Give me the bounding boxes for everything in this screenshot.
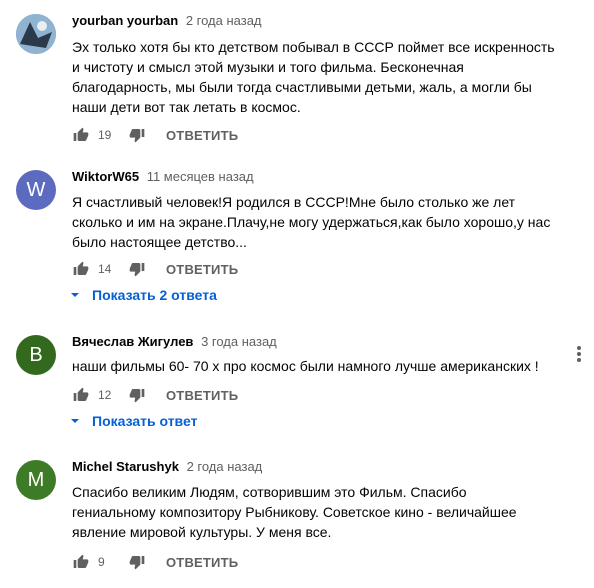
show-replies-button[interactable]: Показать ответ	[70, 413, 197, 429]
comment-toolbar: 19 ОТВЕТИТЬ	[72, 123, 238, 147]
author-name[interactable]: Michel Starushyk	[72, 459, 179, 474]
comment-text: Я счастливый человек!Я родился в СССР!Мн…	[72, 194, 551, 250]
comment-header: Вячеслав Жигулев 3 года назад	[72, 334, 277, 349]
avatar[interactable]: В	[16, 335, 56, 375]
author-name[interactable]: Вячеслав Жигулев	[72, 334, 193, 349]
more-vert-icon[interactable]	[572, 344, 586, 364]
avatar[interactable]: M	[16, 460, 56, 500]
comment-header: WiktorW65 11 месяцев назад	[72, 169, 254, 184]
comment-date[interactable]: 11 месяцев назад	[147, 169, 254, 184]
like-count: 19	[98, 128, 112, 142]
thumb-up-icon[interactable]	[72, 553, 90, 571]
thumb-up-icon[interactable]	[72, 260, 90, 278]
avatar[interactable]	[16, 14, 56, 54]
thumb-down-icon[interactable]	[128, 386, 146, 404]
author-name[interactable]: WiktorW65	[72, 169, 139, 184]
comment-text: наши фильмы 60- 70 х про космос были нам…	[72, 358, 539, 374]
chevron-down-icon	[70, 290, 80, 300]
like-count: 12	[98, 388, 112, 402]
comment-date[interactable]: 3 года назад	[201, 334, 277, 349]
reply-button[interactable]: ОТВЕТИТЬ	[166, 262, 238, 277]
comment-header: yourban yourban 2 года назад	[72, 13, 262, 28]
reply-button[interactable]: ОТВЕТИТЬ	[166, 388, 238, 403]
reply-button[interactable]: ОТВЕТИТЬ	[166, 555, 238, 570]
avatar[interactable]: W	[16, 170, 56, 210]
avatar-photo	[16, 14, 56, 54]
comment-toolbar: 12 ОТВЕТИТЬ	[72, 383, 238, 407]
thumb-down-icon[interactable]	[128, 126, 146, 144]
thumb-down-icon[interactable]	[128, 260, 146, 278]
comment-toolbar: 14 ОТВЕТИТЬ	[72, 257, 238, 281]
thumb-up-icon[interactable]	[72, 386, 90, 404]
show-replies-label: Показать ответ	[92, 413, 198, 429]
show-replies-label: Показать 2 ответа	[92, 287, 217, 303]
comment-date[interactable]: 2 года назад	[186, 13, 262, 28]
thumb-down-icon[interactable]	[128, 553, 146, 571]
comment-text: Спасибо великим Людям, сотворившим это Ф…	[72, 484, 517, 540]
comment-text: Эх только хотя бы кто детством побывал в…	[72, 39, 555, 115]
chevron-down-icon	[70, 416, 80, 426]
show-replies-button[interactable]: Показать 2 ответа	[70, 287, 217, 303]
comment-toolbar: 9 ОТВЕТИТЬ	[72, 550, 238, 574]
thumb-up-icon[interactable]	[72, 126, 90, 144]
comment-date[interactable]: 2 года назад	[187, 459, 263, 474]
like-count: 14	[98, 262, 112, 276]
like-count: 9	[98, 555, 105, 569]
author-name[interactable]: yourban yourban	[72, 13, 178, 28]
reply-button[interactable]: ОТВЕТИТЬ	[166, 128, 238, 143]
comment-header: Michel Starushyk 2 года назад	[72, 459, 262, 474]
